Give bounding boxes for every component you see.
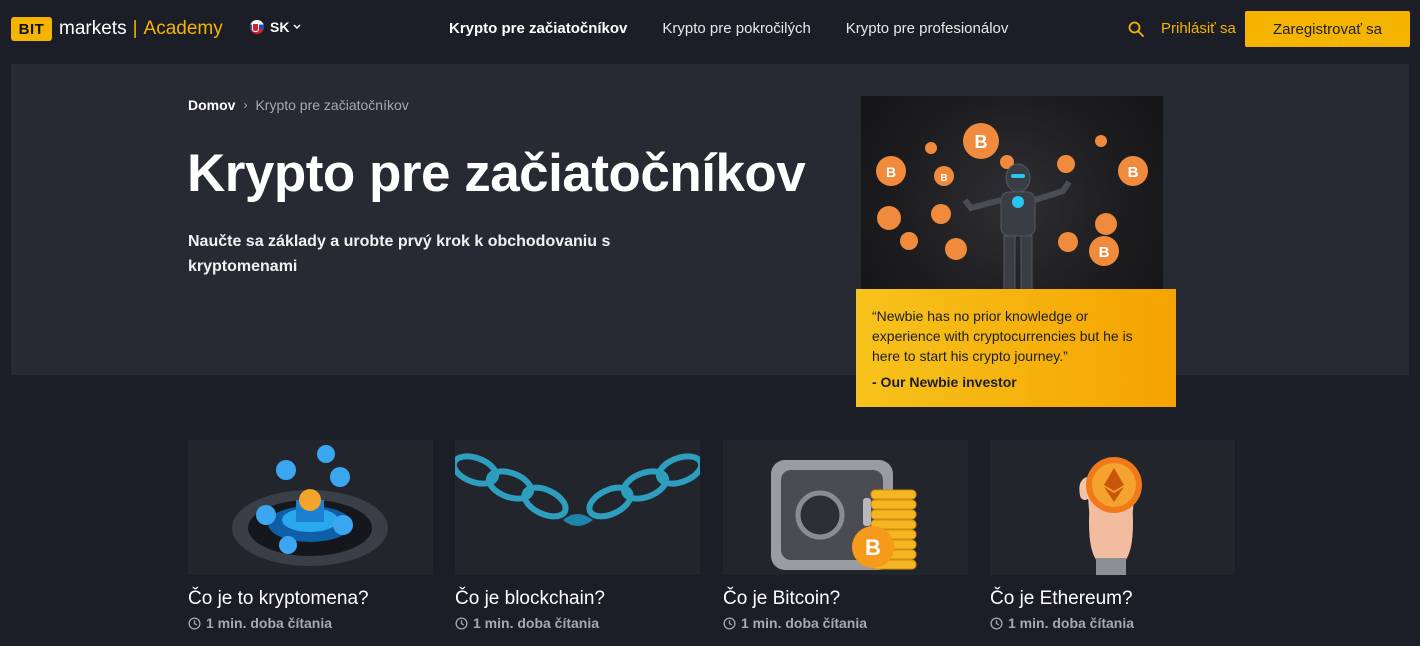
read-time-text: 1 min. doba čítania: [741, 615, 868, 631]
ethereum-hand-image: [990, 440, 1235, 575]
logo-separator: |: [132, 18, 138, 39]
svg-text:B: B: [940, 173, 947, 184]
clock-icon: [723, 616, 736, 630]
article-card-blockchain[interactable]: Čo je blockchain? 1 min. doba čítania: [455, 440, 700, 631]
search-icon[interactable]: [1128, 21, 1144, 37]
svg-text:B: B: [975, 132, 988, 152]
svg-text:B: B: [865, 535, 881, 560]
nav-item-advanced[interactable]: Krypto pre pokročilých: [662, 20, 810, 37]
register-button[interactable]: Zaregistrovať sa: [1245, 11, 1410, 47]
nav-item-beginners[interactable]: Krypto pre začiatočníkov: [449, 20, 627, 37]
robot-bitcoin-image: B B B B B: [861, 96, 1163, 291]
breadcrumb-separator: ›: [243, 98, 248, 112]
login-link[interactable]: Prihlásiť sa: [1161, 20, 1236, 37]
breadcrumb-current: Krypto pre začiatočníkov: [255, 97, 409, 113]
card-read-time: 1 min. doba čítania: [455, 615, 700, 631]
card-title: Čo je blockchain?: [455, 588, 605, 609]
crypto-coins-platform-image: [188, 440, 433, 575]
nav-item-professionals[interactable]: Krypto pre profesionálov: [846, 20, 1009, 37]
clock-icon: [188, 616, 201, 630]
bitcoin-safe-image: B: [723, 440, 968, 575]
read-time-text: 1 min. doba čítania: [1008, 615, 1135, 631]
svg-text:B: B: [886, 164, 896, 180]
card-title: Čo je to kryptomena?: [188, 588, 369, 609]
breadcrumb: Domov › Krypto pre začiatočníkov: [188, 97, 409, 113]
clock-icon: [990, 616, 1003, 630]
logo-link[interactable]: BIT markets | Academy: [11, 17, 223, 41]
main-nav: Krypto pre začiatočníkov Krypto pre pokr…: [449, 20, 1043, 37]
clock-icon: [455, 616, 468, 630]
quote-box: “Newbie has no prior knowledge or experi…: [856, 289, 1176, 407]
read-time-text: 1 min. doba čítania: [473, 615, 600, 631]
svg-text:B: B: [1099, 244, 1110, 261]
card-read-time: 1 min. doba čítania: [188, 615, 433, 631]
language-selector[interactable]: SK: [250, 19, 301, 35]
read-time-text: 1 min. doba čítania: [206, 615, 333, 631]
page-title: Krypto pre začiatočníkov: [187, 144, 806, 203]
chevron-down-icon: [293, 24, 301, 30]
page-subtitle: Naučte sa základy a urobte prvý krok k o…: [188, 233, 611, 275]
article-card-bitcoin[interactable]: B Čo je Bitcoin? 1 min. doba čítania: [723, 440, 968, 631]
article-card-ethereum[interactable]: Čo je Ethereum? 1 min. doba čítania: [990, 440, 1235, 631]
card-title: Čo je Ethereum?: [990, 588, 1133, 609]
quote-text: “Newbie has no prior knowledge or experi…: [872, 308, 1133, 364]
top-header: BIT markets | Academy SK Krypto pre zači…: [0, 0, 1420, 58]
logo-academy-text: Academy: [143, 18, 223, 39]
card-read-time: 1 min. doba čítania: [990, 615, 1235, 631]
blockchain-handshake-image: [455, 440, 700, 575]
card-title: Čo je Bitcoin?: [723, 588, 841, 609]
quote-author: - Our Newbie investor: [872, 374, 1017, 390]
svg-text:B: B: [1128, 164, 1139, 181]
logo-markets-text: markets: [59, 18, 127, 39]
card-read-time: 1 min. doba čítania: [723, 615, 968, 631]
logo-badge: BIT: [11, 17, 52, 41]
breadcrumb-home[interactable]: Domov: [188, 97, 235, 113]
language-code: SK: [270, 19, 290, 35]
slovakia-flag-icon: [250, 20, 264, 34]
article-card-cryptocurrency[interactable]: Čo je to kryptomena? 1 min. doba čítania: [188, 440, 433, 631]
